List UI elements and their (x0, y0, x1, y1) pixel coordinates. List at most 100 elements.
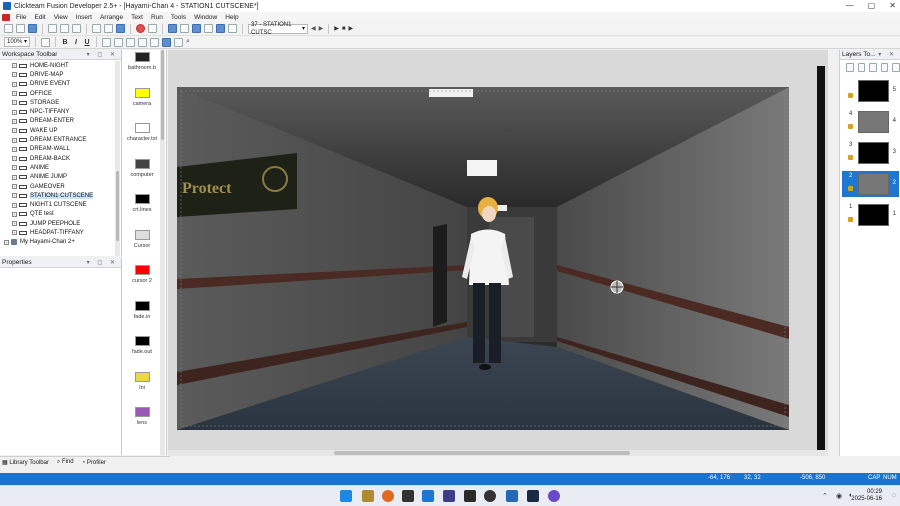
app-icon[interactable] (443, 490, 455, 502)
cut-icon[interactable] (48, 24, 57, 33)
stop-square-icon[interactable]: ■ (342, 26, 346, 32)
tree-item[interactable]: + JUMP PEEPHOLE (0, 219, 121, 228)
palette-object[interactable]: crt.lines (122, 194, 162, 213)
align-right-icon[interactable] (126, 37, 135, 47)
tree-item[interactable]: + ANIME JUMP (0, 173, 121, 182)
expand-icon[interactable]: + (12, 165, 17, 171)
expand-icon[interactable]: + (12, 211, 17, 217)
data-elements-icon[interactable] (216, 24, 225, 33)
menu-help[interactable]: Help (221, 14, 242, 21)
expand-icon[interactable]: + (12, 81, 17, 87)
menu-insert[interactable]: Insert (72, 14, 96, 21)
add-layer-icon[interactable] (846, 62, 854, 72)
tree-item[interactable]: + ANIME (0, 163, 121, 172)
app-icon[interactable] (422, 490, 434, 502)
panel-buttons[interactable]: ▾ ◻ ✕ (87, 50, 121, 59)
tree-item[interactable]: + DREAM ENTRANCE (0, 135, 121, 144)
expand-icon[interactable]: + (12, 109, 17, 115)
app-icon[interactable] (484, 490, 496, 502)
expand-icon[interactable]: + (12, 156, 17, 162)
redo-icon[interactable] (104, 24, 113, 33)
tab-profiler[interactable]: ◔ Profiler (82, 460, 106, 466)
start-icon[interactable] (340, 490, 352, 502)
scrollbar-thumb[interactable] (334, 451, 630, 455)
expand-icon[interactable]: + (12, 72, 17, 78)
expand-icon[interactable]: + (12, 118, 17, 124)
align-middle-icon[interactable] (150, 37, 159, 47)
expand-icon[interactable]: + (12, 100, 17, 106)
expand-icon[interactable]: + (12, 146, 17, 152)
menu-window[interactable]: Window (190, 14, 221, 21)
event-editor-icon[interactable] (192, 24, 201, 33)
run-icon[interactable]: ▶ (334, 25, 339, 32)
menu-view[interactable]: View (50, 14, 72, 21)
tab-find[interactable]: ⌕ Find (57, 459, 74, 466)
layer-row[interactable]: 44 (842, 109, 899, 135)
palette-object[interactable]: camera (122, 87, 162, 107)
tray-chevron-icon[interactable]: ⌃ (822, 492, 828, 500)
stop-icon[interactable] (136, 24, 145, 33)
tree-item[interactable]: + STATION1 CUTSCENE (0, 191, 121, 200)
palette-object[interactable]: cursor 2 (122, 265, 162, 284)
undo-icon[interactable] (92, 24, 101, 33)
app-icon[interactable] (506, 490, 518, 502)
menu-file[interactable]: File (12, 14, 30, 21)
palette-object[interactable]: lens (122, 407, 162, 426)
font-icon[interactable] (41, 37, 50, 47)
palette-object[interactable]: bathroom.b (122, 52, 162, 71)
frame-canvas[interactable]: Protect (177, 87, 789, 430)
settings-icon[interactable] (892, 62, 900, 72)
menu-tools[interactable]: Tools (167, 14, 190, 21)
app-icon[interactable] (362, 490, 374, 502)
tree-item[interactable]: + STORAGE (0, 98, 121, 107)
clock[interactable]: 00:29 2025-06-16 (851, 489, 882, 503)
open-icon[interactable] (16, 24, 25, 33)
notification-icon[interactable]: ◌ (892, 492, 896, 499)
tree-item[interactable]: + QTE test (0, 210, 121, 219)
expand-icon[interactable]: + (12, 184, 17, 189)
scrollbar-thumb[interactable] (116, 171, 119, 241)
tree-item[interactable]: + OFFICE (0, 89, 121, 98)
delete-layer-icon[interactable] (857, 62, 866, 72)
tree-item-app[interactable]: + My Hayami-Chan 2+ (0, 238, 121, 247)
new-icon[interactable] (4, 24, 13, 33)
panel-buttons[interactable]: ▾ ◻ ✕ (87, 258, 121, 267)
firefox-icon[interactable] (382, 490, 394, 502)
lock-icon[interactable] (848, 186, 853, 191)
align-bottom-icon[interactable] (162, 37, 171, 47)
expand-icon[interactable]: + (12, 202, 17, 208)
tree-item[interactable]: + DRIVE EVENT (0, 80, 121, 89)
next-frame-icon[interactable]: ▶ (319, 25, 324, 32)
bold-button[interactable]: B (61, 39, 69, 46)
editor-right-scrollbar[interactable] (817, 66, 825, 450)
menu-text[interactable]: Text (127, 14, 147, 21)
expand-icon[interactable]: + (12, 230, 17, 236)
record-icon[interactable] (148, 24, 157, 33)
lock-icon[interactable] (848, 93, 853, 98)
menu-arrange[interactable]: Arrange (96, 14, 127, 21)
tree-item[interactable]: + NPC-TIFFANY (0, 107, 121, 116)
grid-icon[interactable] (174, 37, 183, 47)
app-icon[interactable] (464, 490, 476, 502)
palette-object[interactable]: Ini (122, 371, 162, 391)
help-icon[interactable] (116, 24, 125, 33)
workspace-scrollbar[interactable] (115, 61, 120, 256)
menu-run[interactable]: Run (147, 14, 167, 21)
tree-item[interactable]: + GAMEOVER (0, 182, 121, 191)
expand-icon[interactable]: + (12, 174, 17, 180)
expand-icon[interactable]: + (4, 239, 9, 245)
storyboard-icon[interactable] (168, 24, 177, 33)
tree-item[interactable]: + DREAM-WALL (0, 145, 121, 154)
layer-row[interactable]: 5 (842, 78, 899, 104)
layer-row[interactable]: 22 (842, 171, 899, 197)
search-icon[interactable]: ⌕ (186, 38, 190, 46)
align-left-icon[interactable] (102, 37, 111, 47)
scrollbar-thumb[interactable] (161, 50, 164, 140)
expand-icon[interactable]: + (12, 137, 17, 143)
tree-item[interactable]: + HOME-NIGHT (0, 61, 121, 70)
palette-object[interactable]: computer (122, 158, 162, 178)
underline-button[interactable]: U (83, 39, 91, 46)
tree-item[interactable]: + DREAM-ENTER (0, 117, 121, 126)
tree-item[interactable]: + HEADPAT-TIFFANY (0, 228, 121, 237)
maximize-button[interactable]: ▢ (868, 0, 876, 12)
